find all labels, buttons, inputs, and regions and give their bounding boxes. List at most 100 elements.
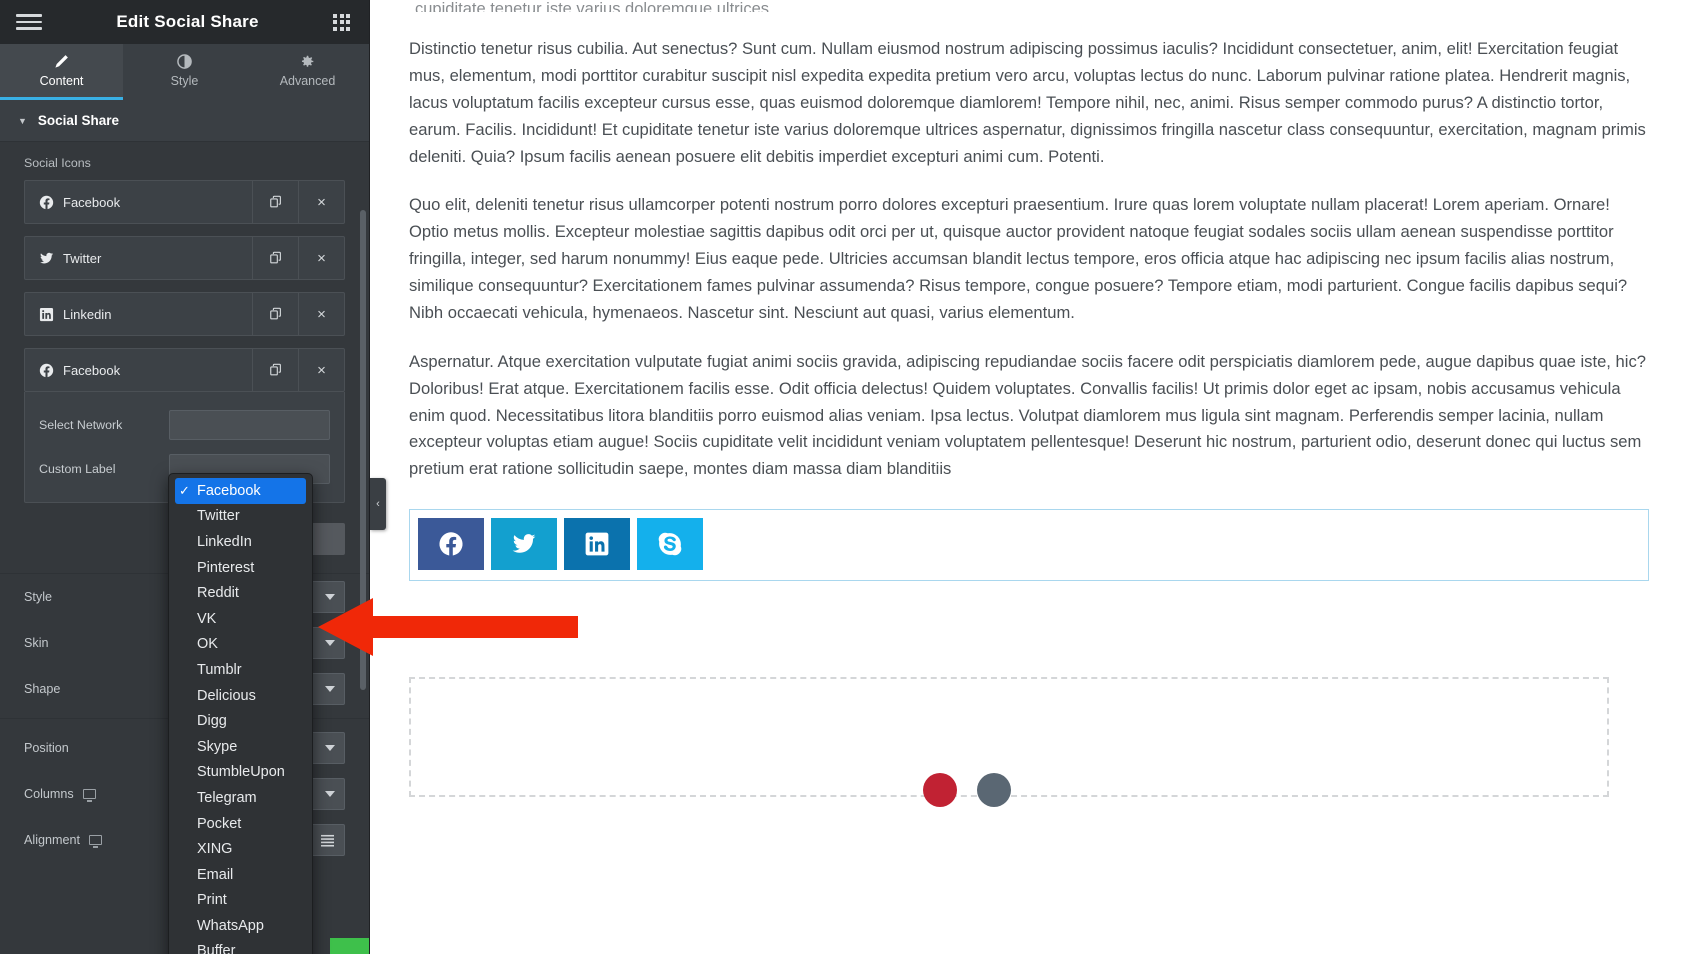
dropdown-option-digg[interactable]: Digg — [169, 708, 312, 734]
dropdown-option-reddit[interactable]: Reddit — [169, 580, 312, 606]
remove-icon[interactable]: × — [298, 293, 344, 335]
alignment-label: Alignment — [24, 833, 174, 848]
dropdown-option-pinterest[interactable]: Pinterest — [169, 555, 312, 581]
dropdown-option-label: XING — [197, 841, 233, 858]
pencil-icon — [54, 53, 69, 69]
social-button-linkedin[interactable] — [564, 518, 630, 571]
repeater-item-label: Linkedin — [63, 306, 112, 322]
dropdown-option-label: Pinterest — [197, 559, 255, 576]
control-select-network: Select Network — [39, 408, 330, 442]
dropdown-option-tumblr[interactable]: Tumblr — [169, 657, 312, 683]
facebook-icon — [39, 363, 54, 378]
apps-grid-icon[interactable] — [333, 13, 353, 31]
repeater-item-title[interactable]: Facebook — [25, 181, 252, 223]
dropdown-option-stumbleupon[interactable]: StumbleUpon — [169, 760, 312, 786]
dropdown-option-label: Twitter — [197, 508, 240, 525]
paragraph-3: Aspernatur. Atque exercitation vulputate… — [409, 351, 1646, 479]
tab-advanced-label: Advanced — [279, 74, 336, 88]
publish-button-strip[interactable] — [330, 938, 369, 954]
remove-icon[interactable]: × — [298, 237, 344, 279]
tab-style[interactable]: Style — [123, 44, 246, 100]
clipped-text-line: cupiditate tenetur iste varius doloremqu… — [415, 0, 770, 12]
repeater-item-title[interactable]: Twitter — [25, 237, 252, 279]
chevron-down-icon — [325, 640, 335, 646]
section-title: Social Share — [37, 113, 119, 128]
tab-content[interactable]: Content — [0, 44, 123, 100]
empty-section-placeholder[interactable] — [409, 677, 1609, 808]
social-button-facebook[interactable] — [418, 518, 484, 571]
custom-label-label: Custom Label — [39, 462, 116, 476]
page-preview: cupiditate tenetur iste varius doloremqu… — [371, 0, 1694, 954]
social-button-skype[interactable] — [637, 518, 703, 571]
dropdown-option-label: Buffer — [197, 943, 236, 954]
dropdown-option-label: Facebook — [197, 482, 261, 499]
panel-title: Edit Social Share — [116, 12, 259, 31]
panel-scrollbar[interactable] — [360, 210, 366, 690]
panel-header: Edit Social Share — [0, 0, 369, 44]
paragraph-2: Quo elit, deleniti tenetur risus ullamco… — [409, 195, 1628, 322]
tab-advanced[interactable]: Advanced — [246, 44, 369, 100]
dropdown-option-label: Print — [197, 892, 227, 909]
dropdown-option-telegram[interactable]: Telegram — [169, 785, 312, 811]
panel-collapse-handle[interactable]: ‹ — [370, 478, 386, 530]
repeater-item-twitter[interactable]: Twitter × — [24, 236, 345, 280]
dropdown-option-delicious[interactable]: Delicious — [169, 683, 312, 709]
dropdown-option-ok[interactable]: OK — [169, 632, 312, 658]
dropdown-option-skype[interactable]: Skype — [169, 734, 312, 760]
dropdown-option-label: Tumblr — [197, 661, 242, 678]
remove-icon[interactable]: × — [298, 349, 344, 391]
repeater-item-facebook-2[interactable]: Facebook × — [24, 348, 345, 392]
repeater-item-title[interactable]: Facebook — [25, 349, 252, 391]
duplicate-icon[interactable] — [252, 293, 298, 335]
style-label: Style — [24, 590, 52, 604]
repeater-item-label: Facebook — [63, 362, 121, 378]
network-select-dropdown[interactable]: ✓ Facebook Twitter LinkedIn Pinterest Re… — [168, 473, 313, 954]
dropdown-option-twitter[interactable]: Twitter — [169, 504, 312, 530]
repeater-item-linkedin[interactable]: Linkedin × — [24, 292, 345, 336]
duplicate-icon[interactable] — [252, 237, 298, 279]
dropdown-option-print[interactable]: Print — [169, 888, 312, 914]
dropdown-option-vk[interactable]: VK — [169, 606, 312, 632]
select-network-input[interactable] — [169, 410, 330, 440]
dropdown-option-label: Pocket — [197, 815, 242, 832]
duplicate-icon[interactable] — [252, 349, 298, 391]
dropdown-option-label: Digg — [197, 713, 227, 730]
repeater-item-title[interactable]: Linkedin — [25, 293, 252, 335]
shape-label: Shape — [24, 682, 61, 696]
desktop-icon[interactable] — [82, 789, 96, 802]
social-share-widget[interactable] — [409, 509, 1649, 582]
remove-icon[interactable]: × — [298, 181, 344, 223]
tab-content-label: Content — [39, 74, 84, 88]
section-social-share[interactable]: ▼ Social Share — [0, 100, 369, 142]
twitter-icon — [512, 534, 536, 553]
social-button-twitter[interactable] — [491, 518, 557, 571]
duplicate-icon[interactable] — [252, 181, 298, 223]
chevron-down-icon — [325, 791, 335, 797]
dropdown-option-xing[interactable]: XING — [169, 836, 312, 862]
dropdown-option-facebook[interactable]: ✓ Facebook — [175, 478, 306, 504]
social-icons-label: Social Icons — [24, 156, 91, 170]
repeater-item-facebook-1[interactable]: Facebook × — [24, 180, 345, 224]
dropdown-option-email[interactable]: Email — [169, 862, 312, 888]
dropdown-option-linkedin[interactable]: LinkedIn — [169, 529, 312, 555]
repeater-item-label: Twitter — [63, 250, 102, 266]
dropdown-option-label: OK — [197, 636, 218, 653]
hamburger-menu-icon[interactable] — [16, 10, 42, 34]
dropdown-option-label: LinkedIn — [197, 533, 252, 550]
dropdown-option-pocket[interactable]: Pocket — [169, 811, 312, 837]
dropdown-option-label: Email — [197, 866, 234, 883]
check-icon: ✓ — [179, 482, 190, 498]
position-label: Position — [24, 741, 69, 755]
dropdown-option-label: Delicious — [197, 687, 256, 704]
align-justify-icon — [321, 834, 334, 847]
decorative-dot-gray — [977, 773, 1011, 808]
dropdown-option-whatsapp[interactable]: WhatsApp — [169, 913, 312, 939]
desktop-icon[interactable] — [89, 835, 103, 848]
dropdown-option-label: VK — [197, 610, 217, 627]
facebook-icon — [439, 532, 463, 556]
dropdown-option-buffer[interactable]: Buffer — [169, 939, 312, 954]
gear-icon — [300, 53, 315, 69]
panel-tabs: Content Style Advanced — [0, 44, 369, 100]
linkedin-icon — [585, 532, 609, 556]
document-body: cupiditate tenetur iste varius doloremqu… — [371, 0, 1694, 582]
